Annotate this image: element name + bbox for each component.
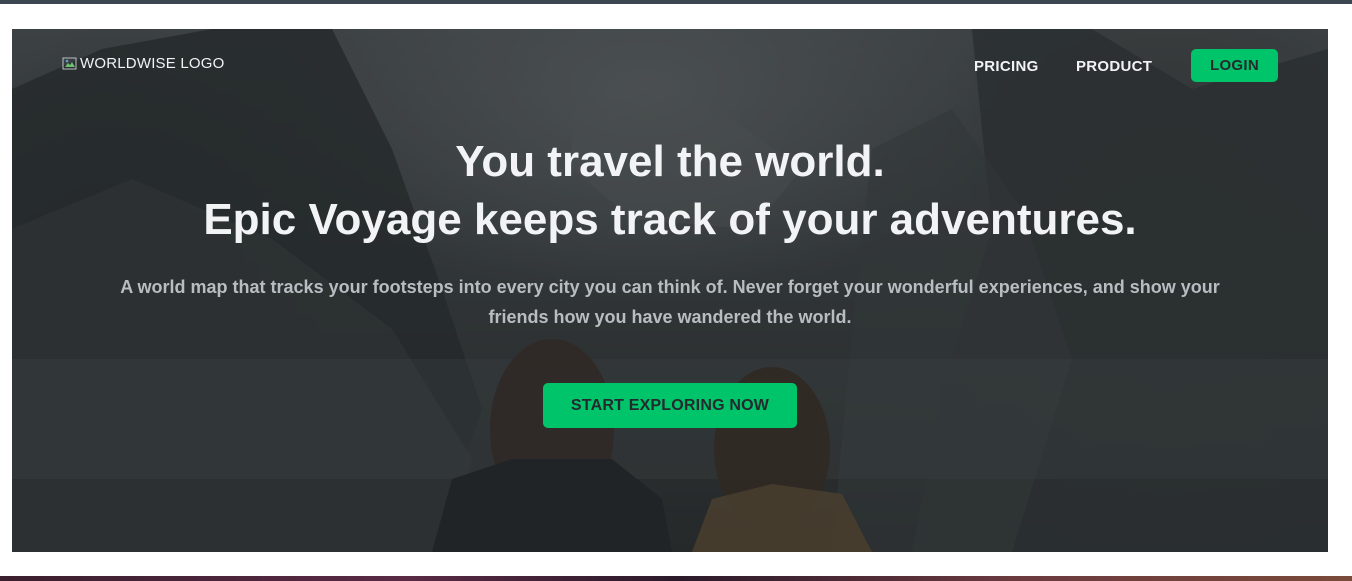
next-section-edge	[0, 576, 1352, 581]
top-navigation: WORLDWISE LOGO PRICING PRODUCT LOGIN	[12, 29, 1328, 109]
headline-line-1: You travel the world.	[455, 137, 885, 186]
broken-image-icon	[62, 56, 78, 72]
hero-headline: You travel the world. Epic Voyage keeps …	[12, 133, 1328, 249]
hero-subtext: A world map that tracks your footsteps i…	[120, 277, 1220, 327]
site-logo[interactable]: WORLDWISE LOGO	[62, 55, 224, 72]
nav-link-product[interactable]: PRODUCT	[1076, 58, 1152, 75]
window-top-border	[0, 0, 1352, 4]
login-button[interactable]: LOGIN	[1191, 49, 1278, 82]
hero-section: WORLDWISE LOGO PRICING PRODUCT LOGIN You…	[12, 29, 1328, 552]
nav-link-pricing[interactable]: PRICING	[974, 58, 1039, 75]
headline-line-2: Epic Voyage keeps track of your adventur…	[203, 195, 1137, 244]
start-exploring-button[interactable]: START EXPLORING NOW	[543, 383, 797, 428]
logo-alt-text: WORLDWISE LOGO	[80, 55, 225, 72]
